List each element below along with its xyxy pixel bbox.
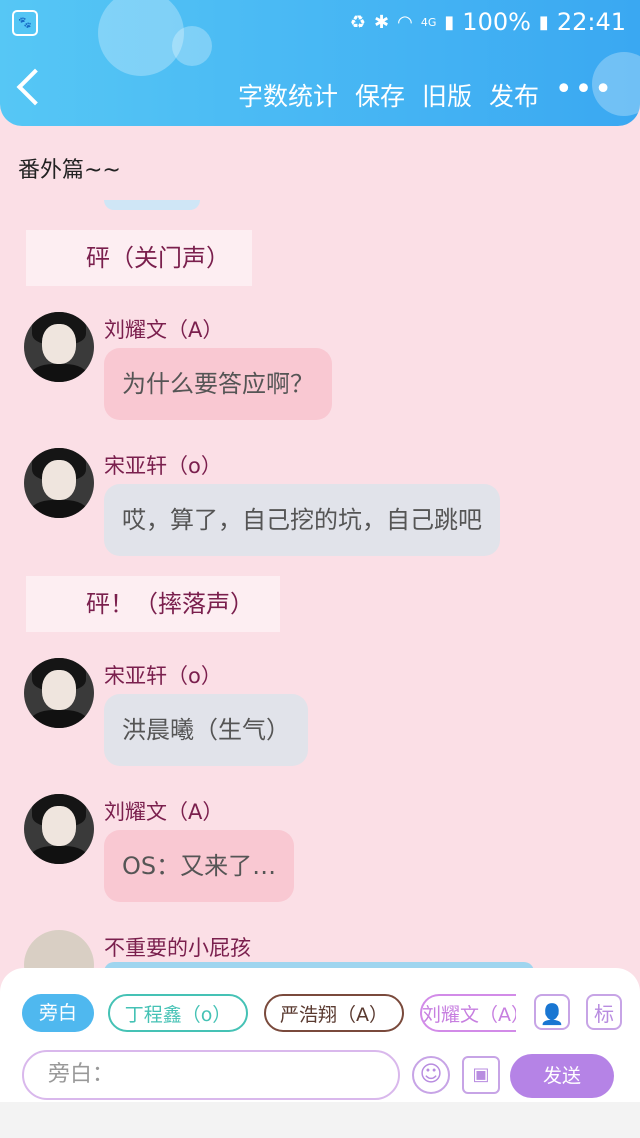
- mark-button[interactable]: 标: [586, 994, 622, 1030]
- chat-bubble[interactable]: 洪晨曦（生气）: [104, 694, 308, 766]
- role-chip-liu-yaowen[interactable]: 刘耀文（A）: [420, 994, 516, 1032]
- publish-button[interactable]: 发布: [489, 77, 539, 113]
- input-panel: 旁白 丁程鑫（o） 严浩翔（A） 刘耀文（A） 👤 标 旁白： ☺ ▣ 发送: [0, 968, 640, 1102]
- message-input[interactable]: 旁白：: [22, 1050, 400, 1100]
- avatar[interactable]: [24, 312, 94, 382]
- narration-text: 砰（关门声）: [86, 244, 230, 272]
- narration-bubble[interactable]: 砰！（摔落声）: [26, 576, 280, 632]
- emoji-icon[interactable]: ☺: [412, 1056, 450, 1094]
- battery-percent: 100%: [462, 8, 531, 36]
- image-icon[interactable]: ▣: [462, 1056, 500, 1094]
- nav-bar: 字数统计 保存 旧版 发布 •••: [0, 62, 640, 126]
- avatar[interactable]: [24, 794, 94, 864]
- sender-name: 刘耀文（A）: [104, 800, 224, 824]
- save-button[interactable]: 保存: [355, 77, 405, 113]
- role-chip-narrator[interactable]: 旁白: [22, 994, 94, 1032]
- chat-bubble[interactable]: 为什么要答应啊？: [104, 348, 332, 420]
- avatar[interactable]: [24, 448, 94, 518]
- baidu-paw-icon: 🐾: [12, 10, 38, 36]
- nav-bar-bottom: [0, 1102, 640, 1138]
- chat-bubble[interactable]: OS：又来了…: [104, 830, 295, 902]
- word-count-button[interactable]: 字数统计: [238, 77, 338, 113]
- previous-bubble-fragment: [104, 200, 200, 210]
- add-character-icon[interactable]: 👤: [534, 994, 570, 1030]
- back-arrow-icon[interactable]: [16, 68, 54, 106]
- bluetooth-icon: ✱: [374, 11, 390, 33]
- network-type: 4G: [420, 15, 437, 29]
- sender-name: 宋亚轩（o）: [104, 664, 222, 688]
- battery-icon: ▮: [538, 11, 549, 33]
- signal-icon: ▮: [444, 11, 455, 33]
- recycle-icon: ♻: [349, 11, 367, 33]
- narration-bubble[interactable]: 砰（关门声）: [26, 230, 252, 286]
- wifi-icon: ◠: [397, 11, 413, 33]
- chapter-title[interactable]: 番外篇~~: [18, 152, 121, 184]
- sender-name: 不重要的小屁孩: [104, 936, 251, 960]
- more-icon[interactable]: •••: [555, 72, 614, 107]
- role-chip-yan-haoxiang[interactable]: 严浩翔（A）: [264, 994, 404, 1032]
- sender-name: 宋亚轩（o）: [104, 454, 222, 478]
- sender-name: 刘耀文（A）: [104, 318, 224, 342]
- clock: 22:41: [556, 8, 626, 36]
- old-version-button[interactable]: 旧版: [422, 77, 472, 113]
- avatar[interactable]: [24, 658, 94, 728]
- chat-bubble[interactable]: 哎，算了，自己挖的坑，自己跳吧: [104, 484, 500, 556]
- narration-text: 砰！（摔落声）: [86, 590, 254, 618]
- status-bar: 🐾 ♻ ✱ ◠ 4G ▮ 100% ▮ 22:41: [0, 0, 640, 44]
- top-bar: 🐾 ♻ ✱ ◠ 4G ▮ 100% ▮ 22:41 字数统计 保存 旧版 发布 …: [0, 0, 640, 126]
- send-button[interactable]: 发送: [510, 1054, 614, 1098]
- role-chip-ding-chengxin[interactable]: 丁程鑫（o）: [108, 994, 248, 1032]
